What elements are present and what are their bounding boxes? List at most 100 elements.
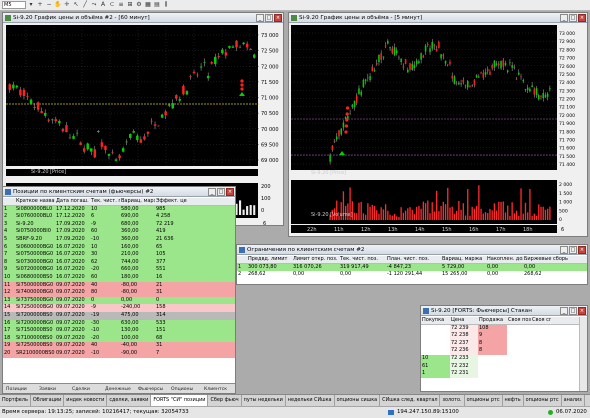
close-button[interactable]: ×: [578, 246, 586, 254]
close-button[interactable]: ×: [578, 307, 586, 315]
workspace-tab[interactable]: Портфель: [0, 395, 31, 406]
minimize-button[interactable]: _: [560, 307, 568, 315]
minimize-button[interactable]: _: [560, 14, 568, 22]
hand-icon[interactable]: ✋: [54, 1, 62, 9]
table-row[interactable]: 15 Si7200000BS0 09.07.2020 -19 475,00 314: [3, 312, 235, 320]
positions-tab[interactable]: Опционы: [170, 387, 193, 392]
table-row[interactable]: 72 237 8: [421, 339, 579, 348]
window-title-bar[interactable]: Позиции по клиентским счетам (фьючерсы) …: [3, 187, 235, 197]
crosshair-icon[interactable]: ✛: [63, 1, 71, 9]
chevron-down-icon[interactable]: ▾: [27, 1, 35, 9]
positions-tab[interactable]: Фьючерсы: [137, 387, 163, 392]
window-title-bar[interactable]: Si-9.20 График цены и объёма #2 - [60 ми…: [3, 13, 283, 23]
table-cell: [478, 370, 507, 378]
volume-bar: [409, 207, 411, 220]
orderbook-table[interactable]: ПокупкаЦенаПродажаСвоя поз.Своя сп.72 23…: [421, 317, 579, 391]
table-row[interactable]: 11 Si7500000BG0 09.07.2020 40 -80,00 21: [3, 281, 235, 290]
cursor-icon[interactable]: ↖: [72, 1, 80, 9]
positions-tab[interactable]: Денежные: [104, 387, 131, 392]
timeframe-select[interactable]: M5: [2, 1, 26, 9]
maximize-button[interactable]: □: [569, 307, 577, 315]
workspace-tab[interactable]: Сбер фьюч: [208, 395, 242, 406]
price-chart-5m[interactable]: 73 000 72 900 72 800 72 700 72 600 72 500 72 4…: [289, 24, 587, 236]
table-row[interactable]: 1 Si0800000BL0 17.12.2020 10 580,00 985: [3, 205, 235, 214]
table-row[interactable]: 13 Si7375000BG0 09.07.2020 0 0,00 0: [3, 296, 235, 305]
chart-icon[interactable]: ▤: [153, 1, 161, 9]
table-row[interactable]: 16 Si7200000BG0 09.07.2020 -30 630,00 533: [3, 319, 235, 328]
table-row[interactable]: 61 72 232: [421, 362, 579, 371]
maximize-button[interactable]: □: [569, 246, 577, 254]
table-row[interactable]: 3 Si-9.20 17.09.2020 -9 680,00 72 219: [3, 220, 235, 229]
workspace-tab[interactable]: недельки СИшка: [286, 395, 335, 406]
workspace-tab[interactable]: опционы ртс: [465, 395, 503, 406]
volume-bar: [520, 188, 522, 220]
workspace-tab[interactable]: опционы ртс: [524, 395, 562, 406]
positions-tab[interactable]: Сделки: [71, 387, 90, 392]
settings-icon[interactable]: ⚙: [135, 1, 143, 9]
maximize-button[interactable]: □: [217, 188, 225, 196]
workspace-tab[interactable]: FORTS "СИ" позиции: [151, 395, 209, 406]
table-row[interactable]: 8 Si0730000BG0 16.07.2020 62 744,00 377: [3, 258, 235, 267]
workspace-tab[interactable]: индек новости: [64, 395, 108, 406]
table-row[interactable]: 19 Si7250000BS0 09.07.2020 40 -40,00 31: [3, 342, 235, 350]
table-row[interactable]: 2 Si0760000BL0 17.12.2020 6 690,00 4 258: [3, 213, 235, 221]
layers-icon[interactable]: ≡: [117, 1, 125, 9]
positions-tab[interactable]: Клиентск: [203, 387, 227, 392]
zoom-out-icon[interactable]: −: [45, 1, 53, 9]
column-header: Своя сп.: [532, 317, 551, 323]
workspace-tab[interactable]: опционы сишка: [335, 395, 381, 406]
maximize-button[interactable]: □: [569, 14, 577, 22]
magnet-icon[interactable]: ⊂: [108, 1, 116, 9]
close-button[interactable]: ×: [274, 14, 282, 22]
table-row[interactable]: 7 Si0750000BG0 16.07.2020 30 210,00 105: [3, 251, 235, 259]
positions-tab[interactable]: Позиции: [5, 387, 27, 392]
table-row[interactable]: 72 238 9: [421, 332, 579, 340]
orderbook-scrollbar[interactable]: [579, 317, 587, 391]
workspace-tab[interactable]: Облигации: [31, 395, 65, 406]
volume-bar: [513, 213, 516, 220]
text-tool-icon[interactable]: A: [99, 1, 107, 9]
arrow-icon[interactable]: ⤳: [90, 1, 98, 9]
workspace-tab[interactable]: путы недельки: [242, 395, 286, 406]
minimize-button[interactable]: _: [560, 246, 568, 254]
table-row[interactable]: 18 Si7100000BS0 09.07.2020 -20 100,00 68: [3, 334, 235, 343]
ruler-icon[interactable]: ⊞: [126, 1, 134, 9]
table-row[interactable]: 72 236 8: [421, 347, 579, 355]
table-row[interactable]: 14 Si7250000BG0 09.07.2020 -9 -240,00 158: [3, 304, 235, 312]
minimize-button[interactable]: _: [256, 14, 264, 22]
zoom-in-icon[interactable]: +: [36, 1, 44, 9]
table-row[interactable]: 5 SBRF-9.20 17.09.2020 -10 360,00 21 636: [3, 236, 235, 244]
table-row[interactable]: 2 268,62 0,00 0,00 -1 120 291,44 15 265,00 0,0…: [237, 271, 587, 279]
close-button[interactable]: ×: [578, 14, 586, 22]
workspace-tab[interactable]: нефть: [503, 395, 524, 406]
minimize-button[interactable]: _: [208, 188, 216, 196]
table-row[interactable]: 12 Si7400000BG0 09.07.2020 80 -80,00 31: [3, 289, 235, 297]
positions-tab[interactable]: Заявки: [38, 387, 56, 392]
window-title-bar[interactable]: Si-9.20 График цены и объёма - [5 минут]…: [289, 13, 587, 23]
line-tool-icon[interactable]: ╱: [81, 1, 89, 9]
workspace-tab[interactable]: анализ: [562, 395, 585, 406]
table-row[interactable]: 4 Si0750000BI0 17.09.2020 60 360,00 419: [3, 228, 235, 236]
table-row[interactable]: 10 72 233: [421, 355, 579, 363]
workspace-tab[interactable]: золото.: [440, 395, 465, 406]
maximize-button[interactable]: □: [265, 14, 273, 22]
workspace-tab[interactable]: сделки, заявки: [107, 395, 152, 406]
table-row[interactable]: 9 Si0720000BG0 16.07.2020 -20 660,00 551: [3, 266, 235, 274]
candles-icon[interactable]: ⫼: [162, 1, 170, 9]
workspace-tab[interactable]: СИшка след. квартал: [380, 395, 441, 406]
table-row[interactable]: 10 Si0680000BS0 16.07.2020 60 180,00 16: [3, 274, 235, 282]
table-header: Краткое названиеДата погаш.Тек. чист. по…: [3, 198, 235, 206]
window-title-bar[interactable]: Ограничения по клиентским счетам #2 _ □ ×: [237, 245, 587, 255]
window-title-bar[interactable]: Si-9.20 [FORTS: Фьючерсы] Стакан _ □ ×: [421, 306, 587, 316]
table-cell: Si0600000BG0: [16, 243, 54, 250]
grid-icon[interactable]: ▦: [144, 1, 152, 9]
table-row[interactable]: 6 Si0600000BG0 16.07.2020 10 160,00 65: [3, 243, 235, 252]
limits-table[interactable]: Предвд. лимит Лимит откр. поз. Тек. чист. …: [237, 256, 587, 284]
table-row[interactable]: 20 SR2100000BS0 09.07.2020 -10 -90,00 7: [3, 350, 235, 358]
table-row[interactable]: 1 300 073,80 316 070,26 319 917,49 -4 847,23…: [237, 263, 587, 272]
positions-table[interactable]: Краткое названиеДата погаш.Тек. чист. по…: [3, 198, 235, 382]
table-row[interactable]: 1 72 231: [421, 370, 579, 378]
table-row[interactable]: 17 Si7150000BS0 09.07.2020 -10 130,00 151: [3, 327, 235, 335]
table-row[interactable]: 72 239 108: [421, 324, 579, 333]
close-button[interactable]: ×: [226, 188, 234, 196]
